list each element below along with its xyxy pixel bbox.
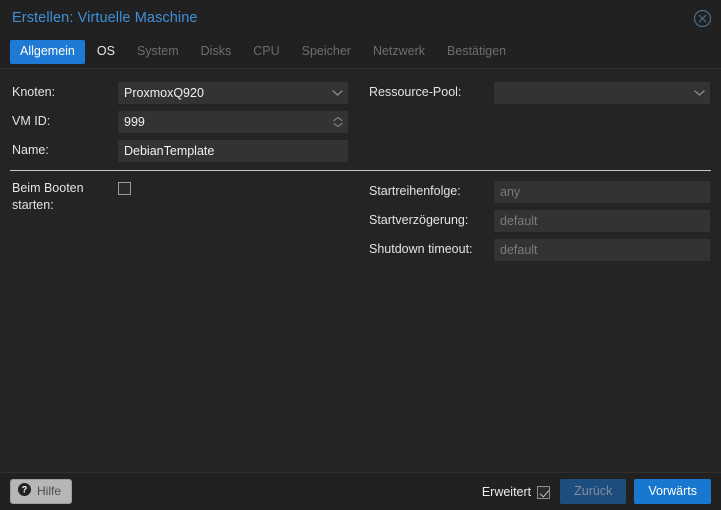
name-label: Name: bbox=[12, 143, 49, 158]
form-column-left: Knoten: ProxmoxQ920 VM ID: 999 Name: Deb… bbox=[0, 78, 360, 165]
advanced-toggle[interactable]: Erweitert bbox=[481, 484, 551, 499]
spinner-arrows-icon[interactable] bbox=[333, 116, 343, 127]
advanced-checkbox[interactable] bbox=[537, 486, 551, 499]
vmid-input[interactable]: 999 bbox=[118, 110, 348, 133]
dialog-titlebar: Erstellen: Virtuelle Maschine bbox=[0, 0, 721, 36]
field-row-shutdown-timeout: Shutdown timeout: default bbox=[369, 235, 721, 264]
vmid-label: VM ID: bbox=[12, 114, 51, 129]
shutdown-timeout-placeholder: default bbox=[500, 242, 538, 257]
footer-actions: Erweitert Zurück Vorwärts bbox=[481, 478, 711, 505]
shutdown-timeout-label: Shutdown timeout: bbox=[369, 242, 473, 257]
field-row-name: Name: DebianTemplate bbox=[12, 136, 360, 165]
start-at-boot-label: Beim Booten starten: bbox=[12, 181, 84, 212]
start-order-input[interactable]: any bbox=[494, 180, 710, 203]
tab-bestaetigen: Bestätigen bbox=[447, 44, 507, 59]
start-at-boot-checkbox[interactable] bbox=[118, 182, 131, 195]
dialog-title: Erstellen: Virtuelle Maschine bbox=[12, 10, 198, 26]
next-button[interactable]: Vorwärts bbox=[634, 478, 711, 505]
startup-delay-placeholder: default bbox=[500, 213, 538, 228]
field-row-start-order: Startreihenfolge: any bbox=[369, 177, 721, 206]
dialog-body: Knoten: ProxmoxQ920 VM ID: 999 Name: Deb… bbox=[0, 69, 721, 472]
chevron-down-icon bbox=[694, 89, 705, 96]
resource-pool-label: Ressource-Pool: bbox=[369, 85, 462, 100]
startup-delay-input[interactable]: default bbox=[494, 209, 710, 232]
tab-disks: Disks bbox=[200, 44, 232, 59]
tab-speicher: Speicher bbox=[301, 44, 351, 59]
form-lower-right: Startreihenfolge: any Startverzögerung: … bbox=[360, 177, 721, 264]
close-icon[interactable] bbox=[692, 8, 712, 28]
name-value: DebianTemplate bbox=[124, 143, 215, 158]
svg-text:?: ? bbox=[22, 484, 28, 494]
node-combobox[interactable]: ProxmoxQ920 bbox=[118, 81, 348, 104]
form-lower: Beim Booten starten: Startreihenfolge: a… bbox=[0, 177, 721, 264]
start-order-placeholder: any bbox=[500, 184, 521, 199]
tab-netzwerk: Netzwerk bbox=[372, 44, 426, 59]
help-button-label: Hilfe bbox=[37, 483, 62, 498]
help-button[interactable]: ? Hilfe bbox=[10, 478, 73, 505]
tab-allgemein[interactable]: Allgemein bbox=[10, 40, 85, 64]
form-upper: Knoten: ProxmoxQ920 VM ID: 999 Name: Deb… bbox=[0, 69, 721, 165]
tab-os[interactable]: OS bbox=[87, 40, 125, 64]
advanced-label: Erweitert bbox=[481, 484, 532, 499]
back-button[interactable]: Zurück bbox=[560, 478, 627, 505]
form-lower-left: Beim Booten starten: bbox=[0, 177, 360, 264]
wizard-tabbar: Allgemein OS System Disks CPU Speicher N… bbox=[0, 36, 721, 69]
chevron-down-icon bbox=[332, 89, 343, 96]
field-row-start-at-boot: Beim Booten starten: bbox=[12, 177, 360, 213]
question-mark-icon: ? bbox=[18, 482, 31, 501]
field-row-startup-delay: Startverzögerung: default bbox=[369, 206, 721, 235]
shutdown-timeout-input[interactable]: default bbox=[494, 238, 710, 261]
name-input[interactable]: DebianTemplate bbox=[118, 139, 348, 162]
startup-delay-label: Startverzögerung: bbox=[369, 213, 469, 228]
start-order-label: Startreihenfolge: bbox=[369, 184, 461, 199]
node-value: ProxmoxQ920 bbox=[124, 85, 204, 100]
field-row-resource-pool: Ressource-Pool: bbox=[369, 78, 721, 107]
tab-system: System bbox=[136, 44, 179, 59]
form-column-right: Ressource-Pool: bbox=[360, 78, 721, 165]
tab-cpu: CPU bbox=[253, 44, 280, 59]
create-vm-dialog: Erstellen: Virtuelle Maschine Allgemein … bbox=[0, 0, 721, 510]
node-label: Knoten: bbox=[12, 85, 56, 100]
vmid-value: 999 bbox=[124, 114, 145, 129]
dialog-footer: ? Hilfe Erweitert Zurück Vorwärts bbox=[0, 472, 721, 510]
resource-pool-combobox[interactable] bbox=[494, 81, 710, 104]
section-divider bbox=[10, 170, 711, 171]
field-row-vmid: VM ID: 999 bbox=[12, 107, 360, 136]
field-row-node: Knoten: ProxmoxQ920 bbox=[12, 78, 360, 107]
